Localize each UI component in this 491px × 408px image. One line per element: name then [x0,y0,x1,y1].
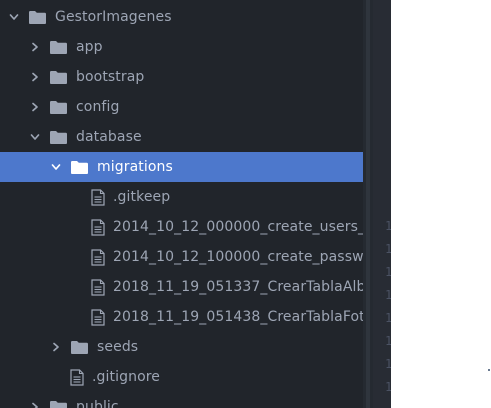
blank-area [391,0,491,408]
chevron-right-icon[interactable] [27,99,43,115]
stray-pixel [488,369,490,371]
file-icon [70,368,84,386]
tree-item-seeds[interactable]: seeds [0,332,363,362]
tree-item-gitignore[interactable]: .gitignore [0,362,363,392]
file-icon [91,248,105,266]
folder-icon [49,128,68,146]
file-icon [91,308,105,326]
tree-item-label: 2018_11_19_051337_CrearTablaAlbun [113,279,363,295]
tree-item-app[interactable]: app [0,32,363,62]
tree-item-bootstrap[interactable]: bootstrap [0,62,363,92]
tree-item-2018-11-19-051438-creartablafotos[interactable]: 2018_11_19_051438_CrearTablaFotos. [0,302,363,332]
chevron-right-icon[interactable] [27,39,43,55]
tree-item-gitkeep[interactable]: .gitkeep [0,182,363,212]
file-icon [91,218,105,236]
tree-item-label: bootstrap [76,69,145,85]
chevron-right-icon[interactable] [27,399,43,408]
tree-item-config[interactable]: config [0,92,363,122]
tree-item-migrations[interactable]: migrations [0,152,363,182]
folder-icon [49,38,68,56]
folder-icon [28,8,47,26]
folder-icon [70,338,89,356]
tree-item-label: 2014_10_12_000000_create_users_tab [113,219,363,235]
editor-window: GestorImagenes app bootstrap config database… [0,0,491,408]
tree-item-label: 2018_11_19_051438_CrearTablaFotos. [113,309,363,325]
chevron-down-icon[interactable] [27,129,43,145]
file-icon [91,188,105,206]
tree-item-2018-11-19-051337-creartablaalbun[interactable]: 2018_11_19_051337_CrearTablaAlbun [0,272,363,302]
tree-item-label: .gitkeep [113,189,171,205]
folder-icon [70,158,89,176]
tree-item-label: seeds [97,339,139,355]
chevron-right-icon[interactable] [27,69,43,85]
folder-icon [49,98,68,116]
tree-item-label: config [76,99,120,115]
chevron-right-icon[interactable] [48,339,64,355]
tree-item-label: GestorImagenes [55,9,172,25]
tree-item-2014-10-12-000000-create-users-tab[interactable]: 2014_10_12_000000_create_users_tab [0,212,363,242]
tree-item-label: app [76,39,103,55]
tree-scrollbar-track[interactable] [366,0,370,408]
tree-item-label: migrations [97,159,173,175]
tree-item-gestorimagenes[interactable]: GestorImagenes [0,2,363,32]
tree-item-2014-10-12-100000-create-password[interactable]: 2014_10_12_100000_create_password [0,242,363,272]
project-tree-panel[interactable]: GestorImagenes app bootstrap config database… [0,0,363,408]
tree-item-label: 2014_10_12_100000_create_password [113,249,363,265]
chevron-down-icon[interactable] [6,9,22,25]
folder-icon [49,68,68,86]
chevron-down-icon[interactable] [48,159,64,175]
tree-item-database[interactable]: database [0,122,363,152]
editor-gutter: 11111111 [373,0,391,408]
file-icon [91,278,105,296]
tree-item-label: public [76,399,119,408]
tree-item-label: database [76,129,142,145]
tree-item-public[interactable]: public [0,392,363,408]
tree-item-label: .gitignore [92,369,160,385]
folder-icon [49,398,68,408]
tree-scrollbar[interactable] [363,0,373,408]
